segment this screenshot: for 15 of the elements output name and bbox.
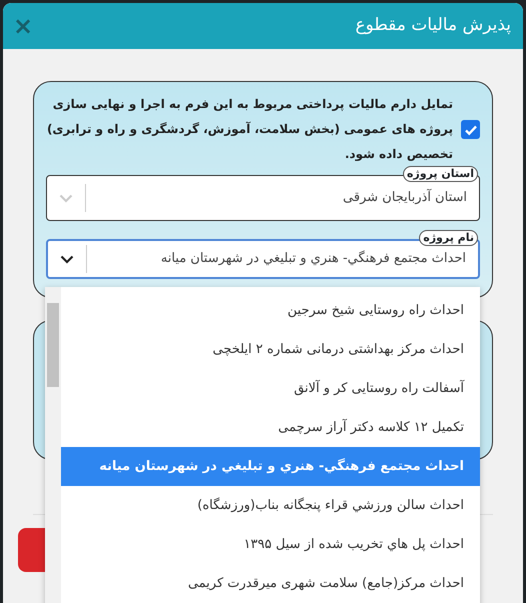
scrollbar[interactable] bbox=[45, 287, 61, 603]
chevron-down-icon[interactable] bbox=[60, 254, 74, 264]
dropdown-option[interactable]: احداث مرکز(جامع) سلامت شهری میرقدرت کریمی bbox=[61, 564, 480, 603]
dialog-title: پذیرش مالیات مقطوع bbox=[355, 14, 511, 38]
dropdown-option[interactable]: احداث پل هاي تخریب شده از سیل ۱۳۹۵ bbox=[61, 525, 480, 564]
field-label: نام پروژه bbox=[419, 230, 478, 246]
consent-checkbox[interactable] bbox=[461, 120, 480, 139]
dropdown-option[interactable]: احداث راه روستایی شیخ سرجین bbox=[61, 291, 480, 330]
dropdown-option[interactable]: تکمیل ۱۲ کلاسه دکتر آراز سرچمی bbox=[61, 408, 480, 447]
dropdown-option[interactable]: احداث مجتمع فرهنگي- هنري و تبليغي در شهرستان میانه bbox=[61, 447, 480, 486]
consent-text: تمایل دارم مالیات پرداختی مربوط به این فرم به اجرا و نهایی سازی پروژه های عمومی (بخش سلامت، آموزش، گردشگری و راه و ترابری) تخصیص داده شود. bbox=[46, 96, 453, 163]
dropdown-option[interactable]: احداث سالن ورزشي قراء پنجگانه بناب(ورزشگاه) bbox=[61, 486, 480, 525]
dropdown-option[interactable]: احداث مرکز بهداشتی درمانی شماره ۲ ایلخچی bbox=[61, 330, 480, 369]
dropdown-option[interactable]: آسفالت راه روستایی کر و آلانق bbox=[61, 369, 480, 408]
field-label: استان پروژه bbox=[402, 166, 478, 182]
